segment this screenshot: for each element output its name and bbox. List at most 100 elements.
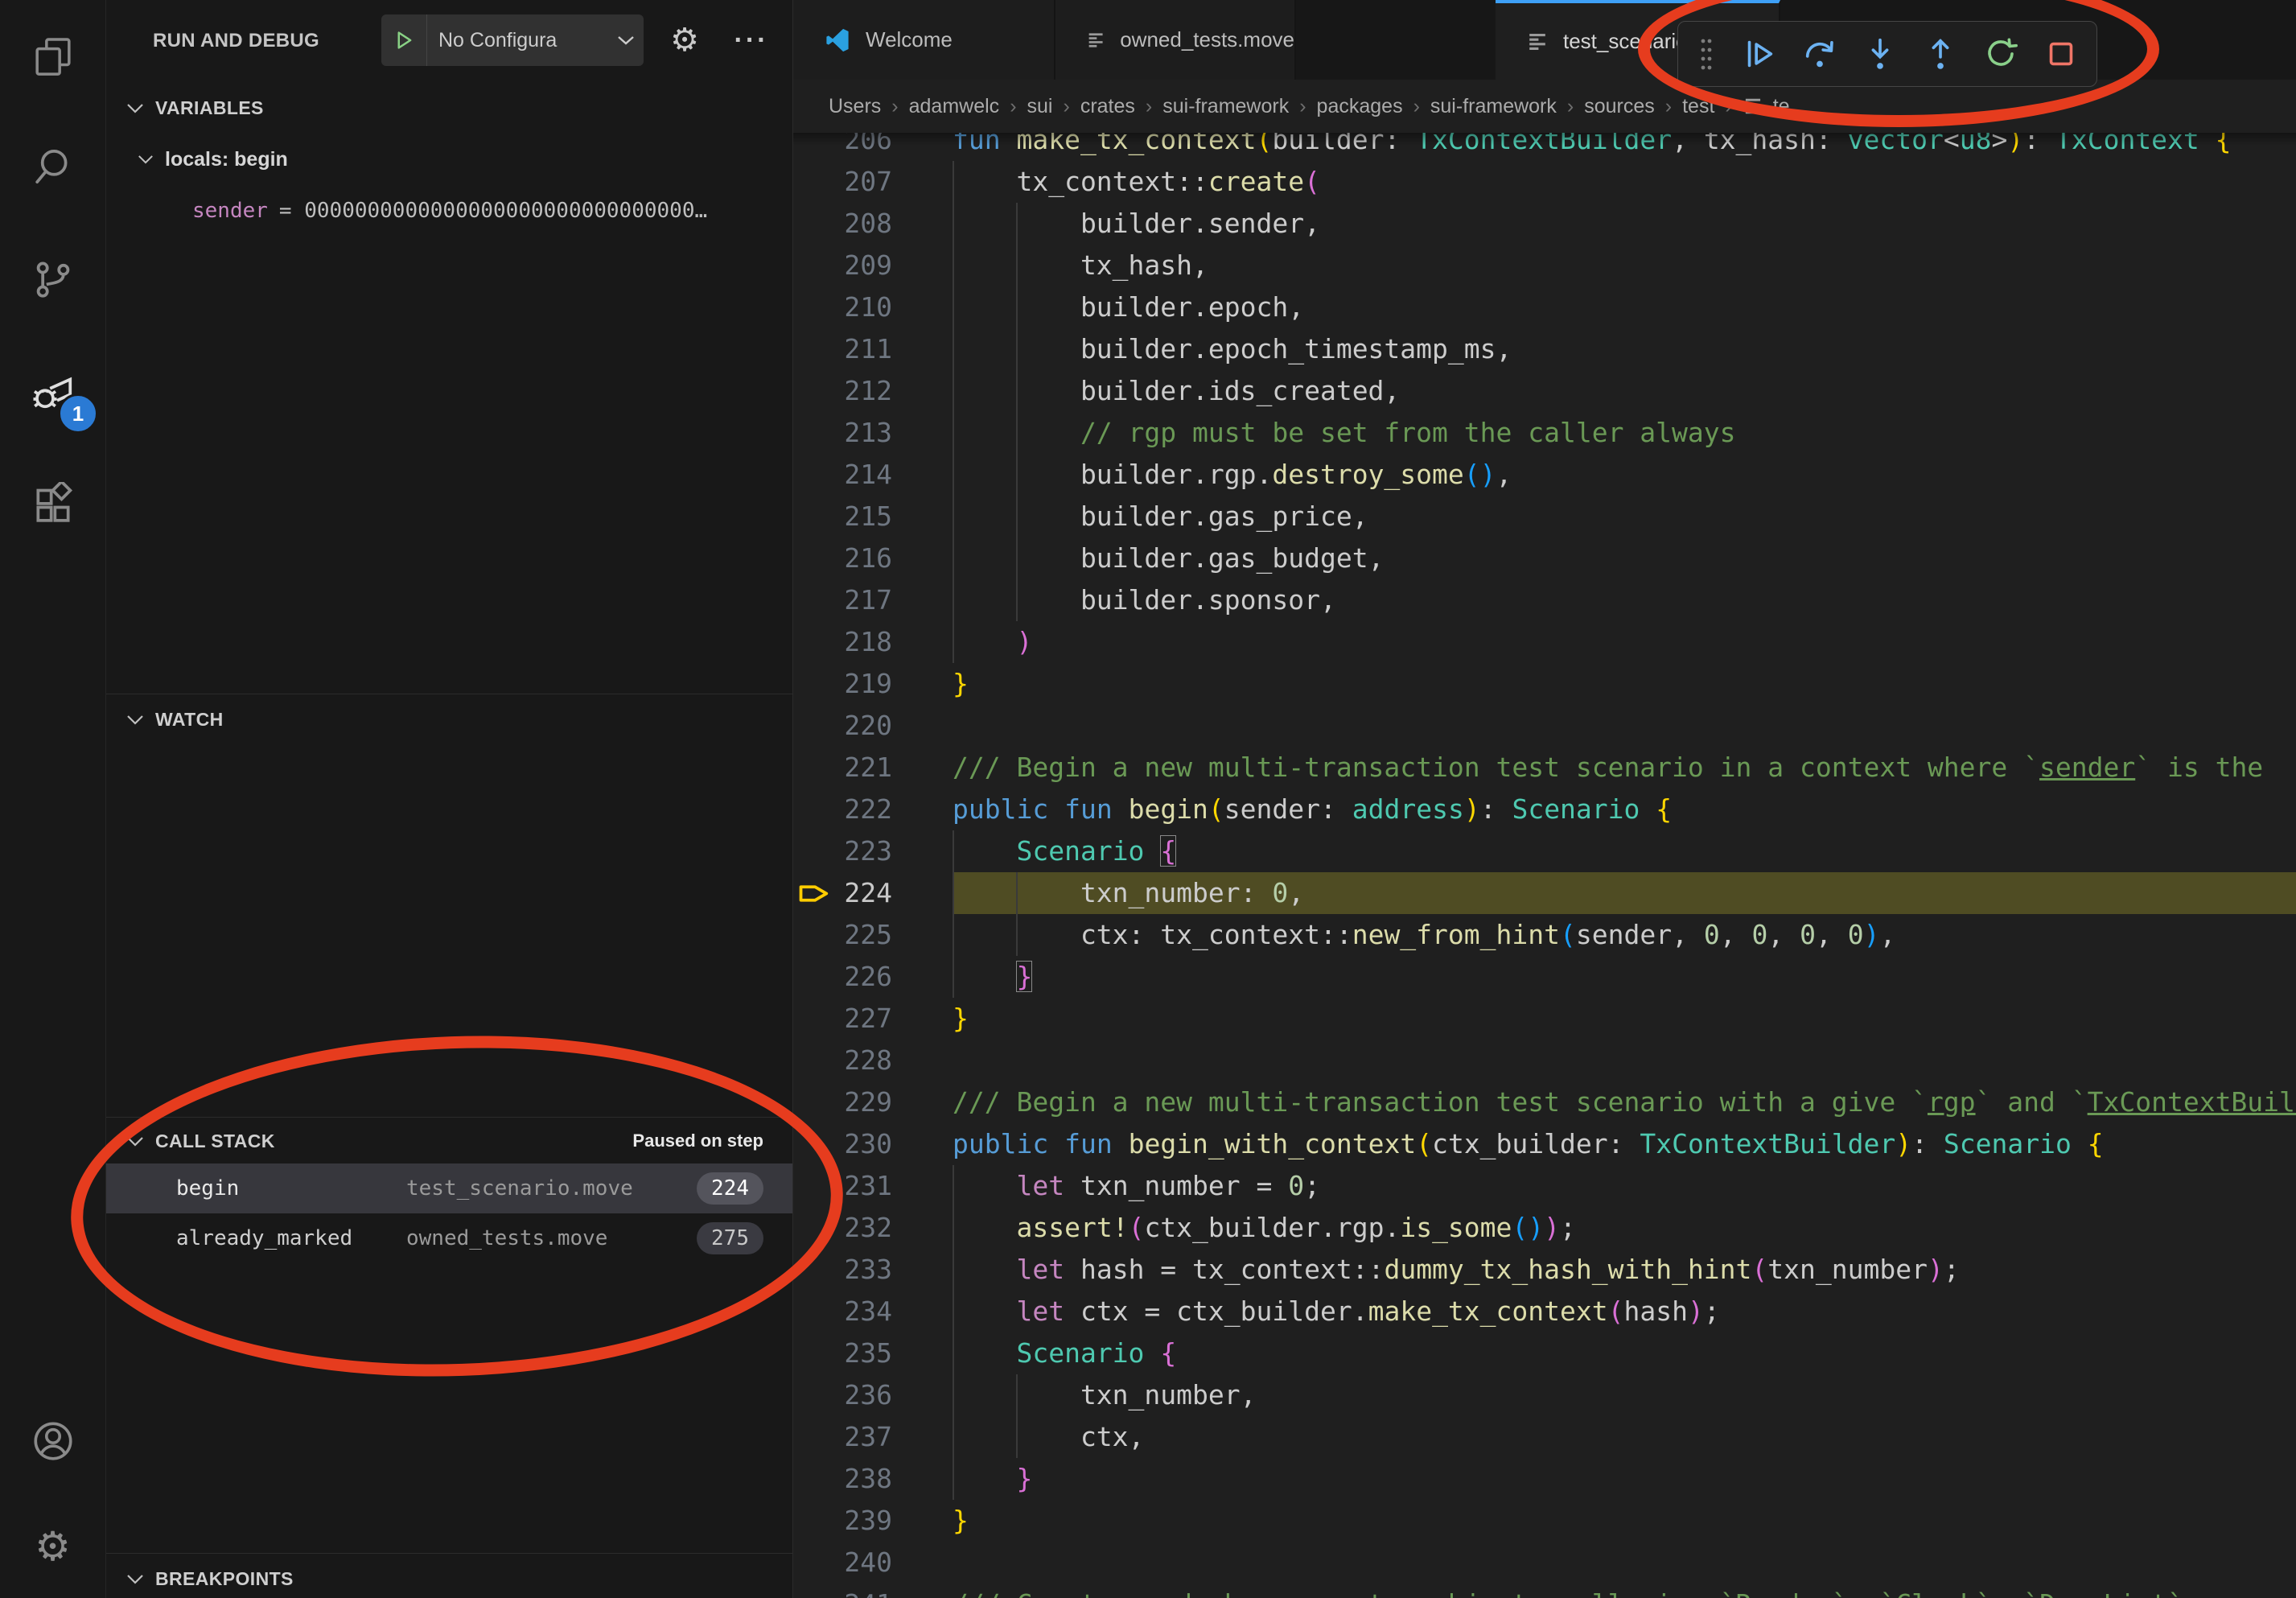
- code-line[interactable]: 209 tx_hash,: [793, 245, 2296, 286]
- line-number[interactable]: 208: [793, 203, 953, 245]
- code-line-text[interactable]: txn_number: 0,: [953, 872, 2296, 914]
- code-line-text[interactable]: }: [953, 1500, 2296, 1542]
- toolbar-drag-handle[interactable]: [1693, 30, 1720, 78]
- code-line[interactable]: 208 builder.sender,: [793, 203, 2296, 245]
- code-line-text[interactable]: // rgp must be set from the caller alway…: [953, 412, 2296, 454]
- source-control-icon[interactable]: [0, 257, 105, 302]
- breadcrumb-item[interactable]: adamwelc: [909, 95, 1000, 118]
- code-line[interactable]: 230public fun begin_with_context(ctx_bui…: [793, 1123, 2296, 1165]
- code-line[interactable]: 222public fun begin(sender: address): Sc…: [793, 789, 2296, 830]
- code-line[interactable]: 216 builder.gas_budget,: [793, 537, 2296, 579]
- start-debug-icon[interactable]: [381, 14, 427, 66]
- run-and-debug-icon[interactable]: 1: [0, 369, 105, 418]
- code-line-text[interactable]: }: [953, 663, 2296, 705]
- code-line[interactable]: 207 tx_context::create(: [793, 161, 2296, 203]
- call-stack-section-header[interactable]: CALL STACK Paused on step: [105, 1118, 792, 1163]
- line-number[interactable]: 216: [793, 537, 953, 579]
- watch-section-header[interactable]: WATCH: [105, 697, 792, 742]
- line-number[interactable]: 233: [793, 1249, 953, 1291]
- code-line-text[interactable]: let ctx = ctx_builder.make_tx_context(ha…: [953, 1291, 2296, 1332]
- code-line[interactable]: 238 }: [793, 1458, 2296, 1500]
- line-number[interactable]: 234: [793, 1291, 953, 1332]
- variables-scope-row[interactable]: locals: begin: [105, 137, 793, 182]
- code-line[interactable]: 210 builder.epoch,: [793, 286, 2296, 328]
- line-number[interactable]: 241: [793, 1584, 953, 1598]
- code-line[interactable]: 219}: [793, 663, 2296, 705]
- line-number[interactable]: 221: [793, 747, 953, 789]
- code-line-text[interactable]: builder.sender,: [953, 203, 2296, 245]
- breadcrumb-item[interactable]: crates: [1080, 95, 1135, 118]
- tab-welcome[interactable]: Welcome: [793, 0, 1055, 80]
- code-line-text[interactable]: public fun begin(sender: address): Scena…: [953, 789, 2296, 830]
- code-line[interactable]: 233 let hash = tx_context::dummy_tx_hash…: [793, 1249, 2296, 1291]
- line-number[interactable]: 223: [793, 830, 953, 872]
- code-line[interactable]: 241/// Creates and shares system objects…: [793, 1584, 2296, 1598]
- line-number[interactable]: 207: [793, 161, 953, 203]
- line-number[interactable]: 220: [793, 705, 953, 747]
- line-number[interactable]: 240: [793, 1542, 953, 1584]
- code-line-text[interactable]: builder.sponsor,: [953, 579, 2296, 621]
- code-line[interactable]: 213 // rgp must be set from the caller a…: [793, 412, 2296, 454]
- code-line-text[interactable]: assert!(ctx_builder.rgp.is_some());: [953, 1207, 2296, 1249]
- code-line[interactable]: 215 builder.gas_price,: [793, 496, 2296, 537]
- code-line-text[interactable]: /// Creates and shares system objects, a…: [953, 1584, 2296, 1598]
- stop-button[interactable]: [2040, 30, 2082, 78]
- line-number[interactable]: 227: [793, 998, 953, 1040]
- breadcrumb-item[interactable]: sui-framework: [1430, 95, 1557, 118]
- code-line[interactable]: 232 assert!(ctx_builder.rgp.is_some());: [793, 1207, 2296, 1249]
- line-number[interactable]: 226: [793, 956, 953, 998]
- breadcrumb-file[interactable]: te: [1743, 95, 1790, 118]
- settings-gear-icon[interactable]: ⚙: [0, 1526, 105, 1567]
- variables-section-header[interactable]: VARIABLES: [105, 85, 792, 130]
- line-number[interactable]: 239: [793, 1500, 953, 1542]
- line-number[interactable]: 210: [793, 286, 953, 328]
- code-line-text[interactable]: let hash = tx_context::dummy_tx_hash_wit…: [953, 1249, 2296, 1291]
- code-line-text[interactable]: tx_context::create(: [953, 161, 2296, 203]
- code-line[interactable]: 224 txn_number: 0,: [793, 872, 2296, 914]
- line-number[interactable]: 209: [793, 245, 953, 286]
- line-number[interactable]: 225: [793, 914, 953, 956]
- code-line-text[interactable]: [953, 1542, 2296, 1584]
- breadcrumb-item[interactable]: sources: [1584, 95, 1655, 118]
- breadcrumb-item[interactable]: test: [1682, 95, 1714, 118]
- code-line-text[interactable]: txn_number,: [953, 1374, 2296, 1416]
- code-line[interactable]: 223 Scenario {: [793, 830, 2296, 872]
- code-line[interactable]: 218 ): [793, 621, 2296, 663]
- line-number[interactable]: 237: [793, 1416, 953, 1458]
- line-number[interactable]: 217: [793, 579, 953, 621]
- more-actions-icon[interactable]: ···: [723, 14, 780, 66]
- code-line-text[interactable]: /// Begin a new multi-transaction test s…: [953, 1081, 2296, 1123]
- code-line-text[interactable]: tx_hash,: [953, 245, 2296, 286]
- code-line[interactable]: 217 builder.sponsor,: [793, 579, 2296, 621]
- restart-button[interactable]: [1980, 30, 2022, 78]
- code-line-text[interactable]: }: [953, 956, 2296, 998]
- code-line[interactable]: 229/// Begin a new multi-transaction tes…: [793, 1081, 2296, 1123]
- code-line[interactable]: 240: [793, 1542, 2296, 1584]
- continue-button[interactable]: [1738, 30, 1780, 78]
- breadcrumb-item[interactable]: sui: [1027, 95, 1053, 118]
- code-line[interactable]: 212 builder.ids_created,: [793, 370, 2296, 412]
- line-number[interactable]: 222: [793, 789, 953, 830]
- code-line-text[interactable]: }: [953, 1458, 2296, 1500]
- line-number[interactable]: 212: [793, 370, 953, 412]
- line-number[interactable]: 228: [793, 1040, 953, 1081]
- code-line[interactable]: 228: [793, 1040, 2296, 1081]
- debug-config-dropdown[interactable]: No Configura: [381, 14, 644, 66]
- code-line[interactable]: 235 Scenario {: [793, 1332, 2296, 1374]
- code-line-text[interactable]: /// Begin a new multi-transaction test s…: [953, 747, 2296, 789]
- line-number[interactable]: 214: [793, 454, 953, 496]
- code-line-text[interactable]: builder.gas_budget,: [953, 537, 2296, 579]
- variable-row[interactable]: sender = 0000000000000000000000000000000…: [105, 188, 793, 233]
- code-line-text[interactable]: }: [953, 998, 2296, 1040]
- code-line-text[interactable]: builder.ids_created,: [953, 370, 2296, 412]
- line-number[interactable]: 230: [793, 1123, 953, 1165]
- line-number[interactable]: 229: [793, 1081, 953, 1123]
- code-line[interactable]: 225 ctx: tx_context::new_from_hint(sende…: [793, 914, 2296, 956]
- code-line-text[interactable]: ): [953, 621, 2296, 663]
- code-line-text[interactable]: Scenario {: [953, 1332, 2296, 1374]
- code-line[interactable]: 237 ctx,: [793, 1416, 2296, 1458]
- tab-owned-tests[interactable]: owned_tests.move: [1055, 0, 1296, 80]
- line-number[interactable]: 236: [793, 1374, 953, 1416]
- code-line[interactable]: 220: [793, 705, 2296, 747]
- line-number[interactable]: 232: [793, 1207, 953, 1249]
